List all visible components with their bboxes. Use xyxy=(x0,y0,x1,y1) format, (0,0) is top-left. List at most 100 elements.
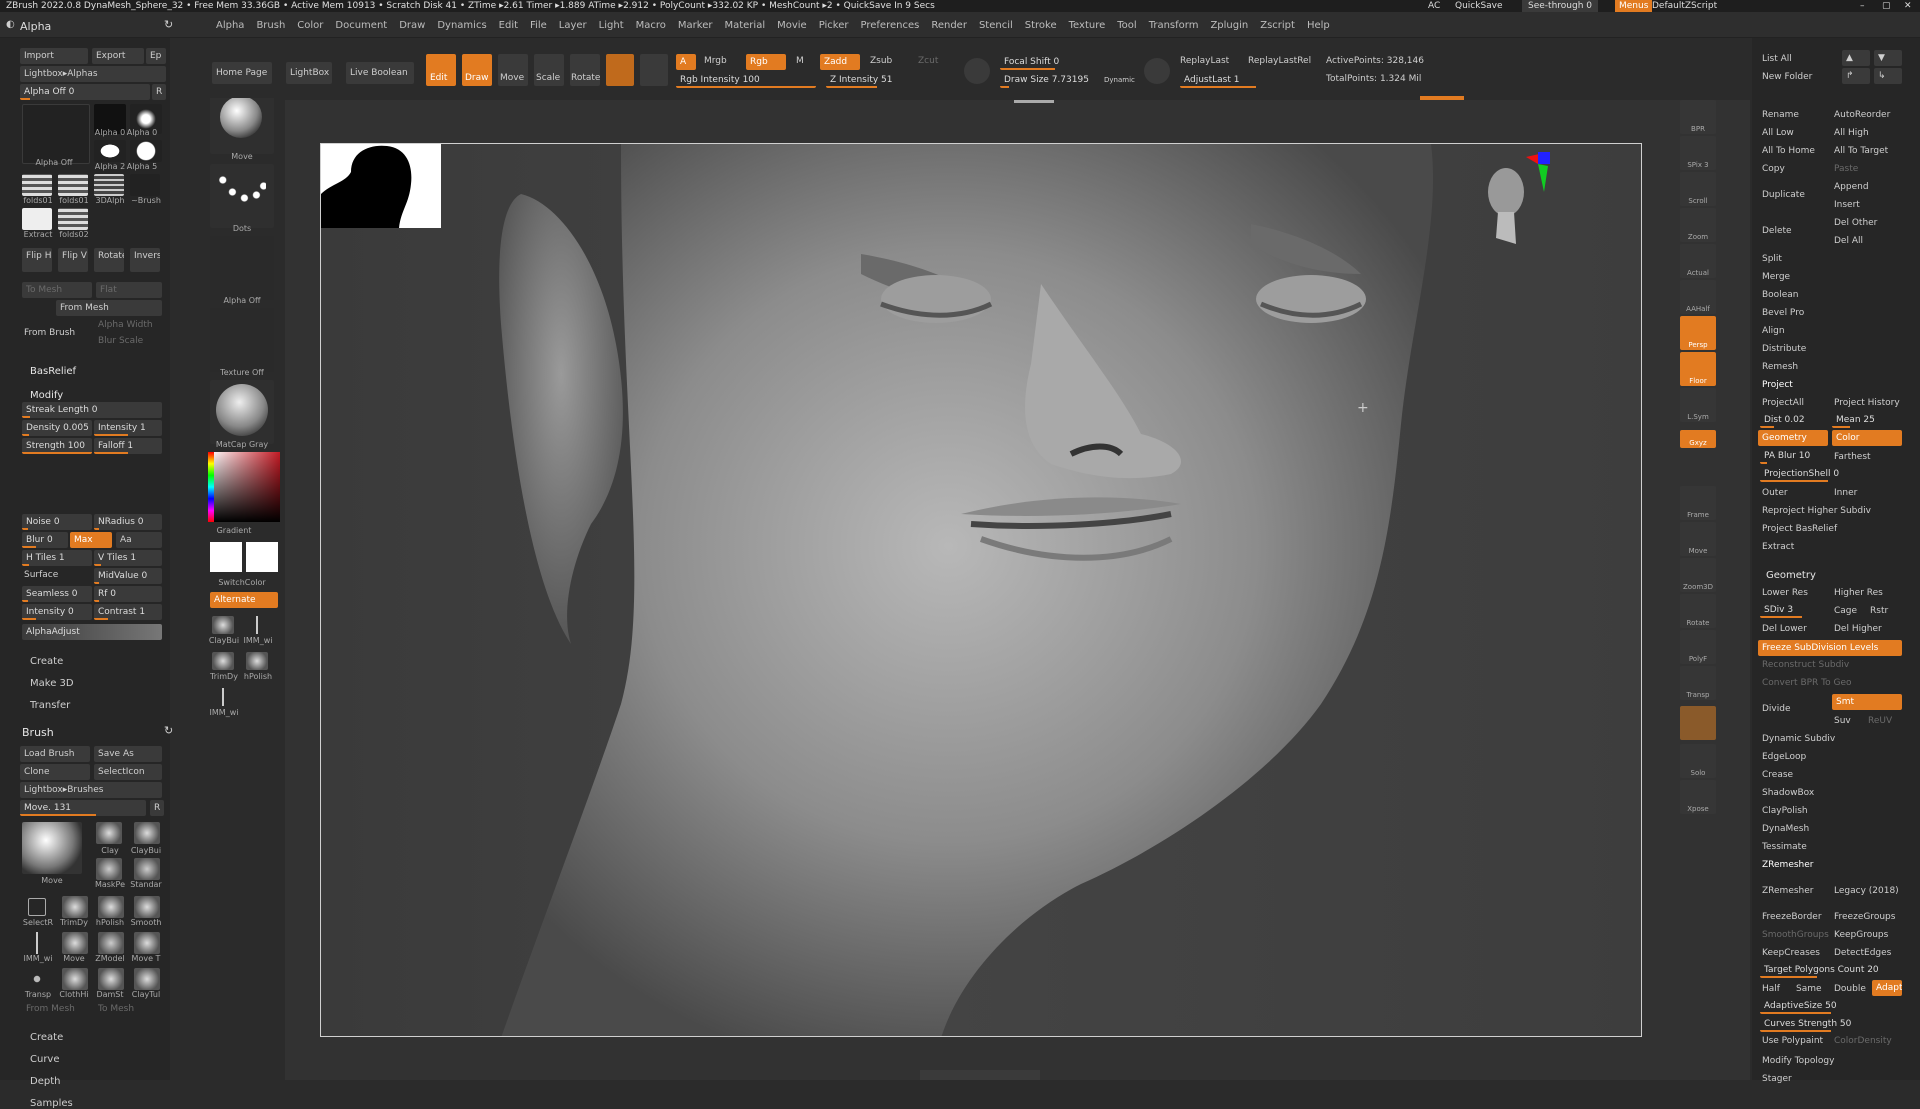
r-button[interactable]: R xyxy=(152,84,166,100)
blur-slider[interactable]: Blur 0 xyxy=(22,532,68,548)
lower-res-button[interactable]: Lower Res xyxy=(1762,588,1808,598)
rgb-button[interactable]: Rgb xyxy=(746,54,786,70)
export-button[interactable]: Export xyxy=(92,48,144,64)
remesh-section[interactable]: Remesh xyxy=(1762,362,1798,372)
zsub-button[interactable]: Zsub xyxy=(870,56,892,66)
zoom-button[interactable]: Zoom xyxy=(1680,208,1716,242)
brush-thumb[interactable] xyxy=(28,898,46,916)
close-icon[interactable]: ✕ xyxy=(1904,0,1912,12)
all-high-button[interactable]: All High xyxy=(1834,128,1869,138)
zcut-button[interactable]: Zcut xyxy=(918,56,938,66)
midvalue-slider[interactable]: MidValue 0 xyxy=(94,568,162,584)
alpha-off-slider[interactable]: Alpha Off 0 xyxy=(20,84,150,100)
bevel-pro-section[interactable]: Bevel Pro xyxy=(1762,308,1804,318)
rotate-button[interactable]: Rotate xyxy=(94,248,124,272)
menu-tool[interactable]: Tool xyxy=(1111,20,1142,31)
scale-mode-button[interactable]: Scale xyxy=(534,54,564,86)
suv-toggle[interactable]: Suv xyxy=(1834,716,1851,726)
brush-thumb[interactable] xyxy=(98,896,124,918)
rstr-button[interactable]: Rstr xyxy=(1870,606,1888,616)
maximize-icon[interactable]: ▢ xyxy=(1882,0,1891,12)
ep-button[interactable]: Ep xyxy=(146,48,166,64)
menu-marker[interactable]: Marker xyxy=(672,20,719,31)
depth-section[interactable]: Depth xyxy=(30,1076,60,1087)
sdiv-slider[interactable]: SDiv 3 xyxy=(1760,602,1830,618)
dynamesh-section[interactable]: DynaMesh xyxy=(1762,824,1809,834)
default-zscript[interactable]: DefaultZScript xyxy=(1652,0,1717,12)
brush-palette-title[interactable]: Brush xyxy=(22,726,54,739)
select-icon-button[interactable]: SelectIcon xyxy=(94,764,162,780)
alpha-thumb[interactable] xyxy=(22,208,52,230)
from-mesh-button[interactable]: From Mesh xyxy=(26,1004,75,1014)
tessimate-section[interactable]: Tessimate xyxy=(1762,842,1807,852)
zremesher-section[interactable]: ZRemesher xyxy=(1762,860,1814,870)
refresh-icon[interactable]: ↻ xyxy=(164,724,173,737)
brush-thumb[interactable] xyxy=(28,932,46,954)
dynamic-toggle[interactable]: Dynamic xyxy=(1104,76,1135,84)
reconstruct-subdiv-button[interactable]: Reconstruct Subdiv xyxy=(1762,660,1849,670)
gradient-label[interactable]: Gradient xyxy=(204,526,264,535)
rgb-intensity-slider[interactable]: Rgb Intensity 100 xyxy=(676,72,816,88)
distribute-section[interactable]: Distribute xyxy=(1762,344,1806,354)
zoom3d-button[interactable]: Zoom3D xyxy=(1680,558,1716,592)
to-mesh-button[interactable]: To Mesh xyxy=(98,1004,134,1014)
keep-groups-button[interactable]: KeepGroups xyxy=(1834,930,1888,940)
bottom-tray-handle[interactable] xyxy=(920,1070,1040,1080)
mean-slider[interactable]: Mean 25 xyxy=(1832,412,1902,428)
draw-mode-button[interactable]: Draw xyxy=(462,54,492,86)
rotate-view-button[interactable]: Rotate xyxy=(1680,594,1716,628)
del-all-button[interactable]: Del All xyxy=(1834,236,1863,246)
menu-stroke[interactable]: Stroke xyxy=(1019,20,1063,31)
adapt-toggle[interactable]: Adapt xyxy=(1872,980,1902,996)
color-density-slider[interactable]: ColorDensity xyxy=(1834,1036,1892,1046)
move-down-icon[interactable]: ▼ xyxy=(1874,50,1902,66)
zadd-button[interactable]: Zadd xyxy=(820,54,860,70)
symmetry-icon[interactable] xyxy=(964,58,990,84)
duplicate-button[interactable]: Duplicate xyxy=(1762,190,1805,200)
crease-section[interactable]: Crease xyxy=(1762,770,1793,780)
save-as-button[interactable]: Save As xyxy=(94,746,162,762)
solo-button[interactable]: Solo xyxy=(1680,744,1716,778)
higher-res-button[interactable]: Higher Res xyxy=(1834,588,1883,598)
modify-subpalette[interactable]: Modify xyxy=(30,390,63,401)
paste-button[interactable]: Paste xyxy=(1834,164,1858,174)
color-toggle[interactable]: Color xyxy=(1832,430,1902,446)
brush-thumb[interactable] xyxy=(134,822,160,844)
contrast-slider[interactable]: Contrast 1 xyxy=(94,604,162,620)
ghost-button[interactable] xyxy=(1680,706,1716,740)
focal-shift-slider[interactable]: Focal Shift 0 xyxy=(1000,54,1110,70)
legacy-button[interactable]: Legacy (2018) xyxy=(1834,886,1899,896)
switch-color-button[interactable]: SwitchColor xyxy=(212,578,272,587)
split-section[interactable]: Split xyxy=(1762,254,1782,264)
outer-button[interactable]: Outer xyxy=(1762,488,1788,498)
blur-scale-slider[interactable]: Blur Scale xyxy=(98,336,143,346)
intensity-zero-slider[interactable]: Intensity 0 xyxy=(22,604,92,620)
cage-button[interactable]: Cage xyxy=(1834,606,1857,616)
alpha-slot[interactable] xyxy=(210,236,274,300)
freeze-subdivision-levels-button[interactable]: Freeze SubDivision Levels xyxy=(1758,640,1902,656)
reproject-higher-subdiv-button[interactable]: Reproject Higher Subdiv xyxy=(1762,506,1871,516)
edit-mode-button[interactable]: Edit xyxy=(426,54,456,86)
menu-stencil[interactable]: Stencil xyxy=(973,20,1019,31)
h-tiles-slider[interactable]: H Tiles 1 xyxy=(22,550,92,566)
adjust-last-slider[interactable]: AdjustLast 1 xyxy=(1180,72,1288,88)
actual-button[interactable]: Actual xyxy=(1680,244,1716,278)
draw-size-slider[interactable]: Draw Size 7.73195 xyxy=(1000,72,1090,88)
minimize-icon[interactable]: – xyxy=(1860,0,1865,12)
menu-color[interactable]: Color xyxy=(291,20,329,31)
dist-slider[interactable]: Dist 0.02 xyxy=(1760,412,1830,428)
brush-thumb[interactable] xyxy=(28,968,46,990)
menu-light[interactable]: Light xyxy=(593,20,630,31)
alpha-adjust-curve[interactable]: AlphaAdjust xyxy=(22,624,162,640)
keep-creases-button[interactable]: KeepCreases xyxy=(1762,948,1820,958)
xpose-button[interactable]: Xpose xyxy=(1680,780,1716,814)
menu-texture[interactable]: Texture xyxy=(1063,20,1112,31)
delete-button[interactable]: Delete xyxy=(1762,226,1792,236)
project-section[interactable]: Project xyxy=(1762,380,1793,390)
menu-brush[interactable]: Brush xyxy=(250,20,291,31)
brush-thumb[interactable] xyxy=(212,688,234,706)
brush-thumb[interactable] xyxy=(212,616,234,634)
transfer-section[interactable]: Transfer xyxy=(30,700,70,711)
merge-section[interactable]: Merge xyxy=(1762,272,1790,282)
flip-v-button[interactable]: Flip V xyxy=(58,248,88,272)
